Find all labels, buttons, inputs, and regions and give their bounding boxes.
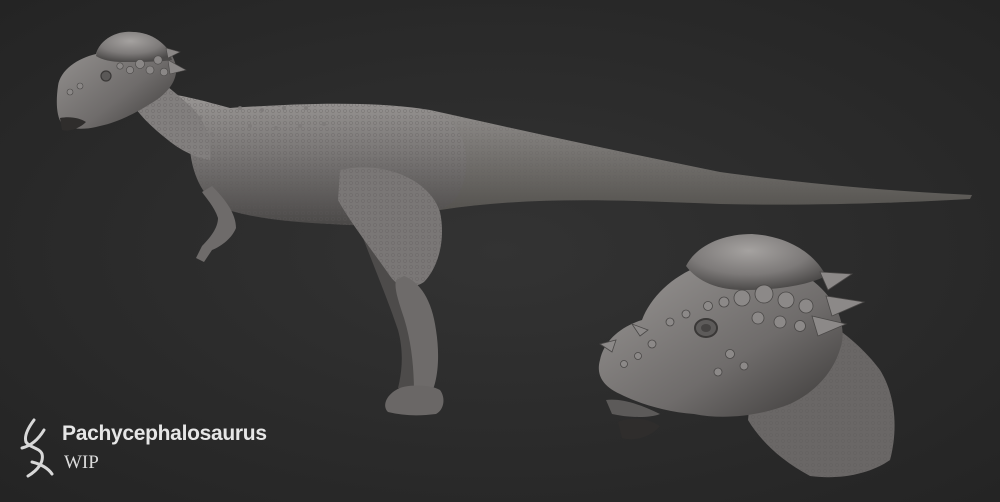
caption-title: Pachycephalosaurus: [62, 422, 267, 445]
head-detail-figure: [598, 234, 895, 478]
near-foot: [385, 385, 444, 416]
detail-skull-dome: [686, 234, 826, 290]
render-canvas: Pachycephalosaurus WIP: [0, 0, 1000, 502]
body-eye: [100, 70, 112, 82]
caption-subtitle: WIP: [64, 452, 99, 473]
detail-mouth: [618, 418, 660, 440]
caption-block: Pachycephalosaurus WIP: [14, 414, 314, 484]
artist-signature-logo-icon: [20, 418, 54, 478]
